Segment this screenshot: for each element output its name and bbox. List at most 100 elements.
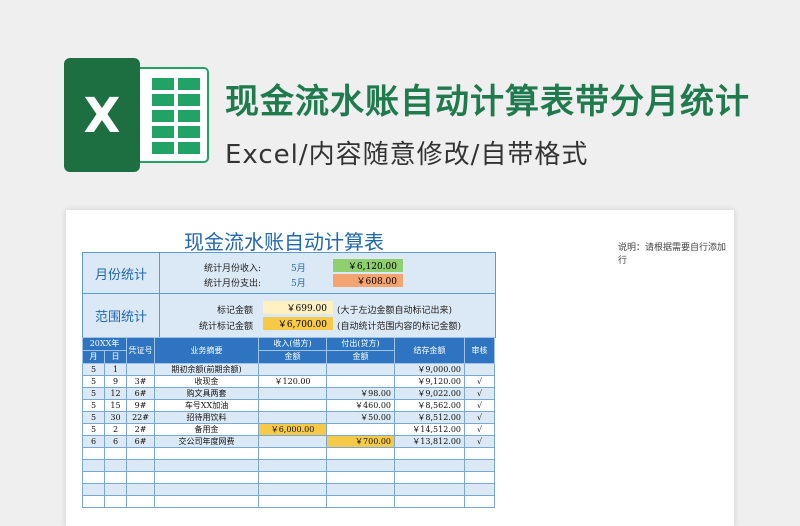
- cell-bal[interactable]: ￥9,000.00: [394, 363, 466, 376]
- cell-d[interactable]: 15: [103, 399, 128, 412]
- table-row[interactable]: 5 15 9# 车号XX加油 ￥460.00 ￥8,562.00 √: [82, 399, 496, 412]
- cell-inc[interactable]: [258, 447, 328, 460]
- cell-s[interactable]: 交公司年度网费: [154, 435, 260, 448]
- cell-v[interactable]: 6#: [126, 435, 156, 448]
- cell-s[interactable]: 购文具两套: [154, 387, 260, 400]
- cell-inc[interactable]: ￥6,000.00: [258, 423, 328, 436]
- cell-m[interactable]: 5: [82, 399, 105, 412]
- cell-inc[interactable]: [258, 471, 328, 484]
- cell-v[interactable]: 22#: [126, 411, 156, 424]
- cell-d[interactable]: [103, 459, 128, 472]
- cell-d[interactable]: [103, 447, 128, 460]
- cell-s[interactable]: 收现金: [154, 375, 260, 388]
- table-row[interactable]: 6 6 6# 交公司年度网费 ￥700.00 ￥13,812.00 √: [82, 435, 496, 448]
- cell-exp[interactable]: ￥50.00: [326, 411, 396, 424]
- expense-month[interactable]: 5月: [291, 276, 306, 289]
- cell-inc[interactable]: [258, 435, 328, 448]
- cell-a[interactable]: [464, 447, 496, 460]
- cell-d[interactable]: 30: [103, 411, 128, 424]
- cell-v[interactable]: 6#: [126, 387, 156, 400]
- cell-inc[interactable]: [258, 411, 328, 424]
- table-row[interactable]: 5 12 6# 购文具两套 ￥98.00 ￥9,022.00 √: [82, 387, 496, 400]
- cell-inc[interactable]: [258, 483, 328, 496]
- cell-m[interactable]: 5: [82, 423, 105, 436]
- cell-v[interactable]: 3#: [126, 375, 156, 388]
- cell-a[interactable]: √: [464, 375, 496, 388]
- cell-s[interactable]: [154, 483, 260, 496]
- table-row[interactable]: 5 2 2# 备用金 ￥6,000.00 ￥14,512.00 √: [82, 423, 496, 436]
- cell-a[interactable]: √: [464, 399, 496, 412]
- cell-bal[interactable]: ￥9,022.00: [394, 387, 466, 400]
- cell-a[interactable]: √: [464, 387, 496, 400]
- table-row[interactable]: [82, 471, 496, 484]
- cell-v[interactable]: [126, 447, 156, 460]
- cell-m[interactable]: 5: [82, 363, 105, 376]
- cell-d[interactable]: 12: [103, 387, 128, 400]
- cell-exp[interactable]: [326, 375, 396, 388]
- cell-exp[interactable]: [326, 363, 396, 376]
- cell-inc[interactable]: [258, 399, 328, 412]
- cell-m[interactable]: 5: [82, 375, 105, 388]
- cell-m[interactable]: 5: [82, 411, 105, 424]
- cell-bal[interactable]: ￥14,512.00: [394, 423, 466, 436]
- cell-m[interactable]: [82, 447, 105, 460]
- cell-inc[interactable]: [258, 363, 328, 376]
- income-month[interactable]: 5月: [291, 261, 306, 274]
- cell-d[interactable]: [103, 471, 128, 484]
- table-row[interactable]: 5 9 3# 收现金 ￥120.00 ￥9,120.00 √: [82, 375, 496, 388]
- spreadsheet[interactable]: 现金流水账自动计算表 说明：请根据需要自行添加行 月份统计 统计月份收入: 5月…: [66, 210, 734, 526]
- cell-bal[interactable]: [394, 471, 466, 484]
- cell-v[interactable]: 9#: [126, 399, 156, 412]
- cell-d[interactable]: 6: [103, 435, 128, 448]
- cell-d[interactable]: 9: [103, 375, 128, 388]
- cell-v[interactable]: [126, 495, 156, 508]
- cell-inc[interactable]: ￥120.00: [258, 375, 328, 388]
- cell-bal[interactable]: ￥8,512.00: [394, 411, 466, 424]
- cell-v[interactable]: [126, 363, 156, 376]
- cell-d[interactable]: [103, 495, 128, 508]
- cell-bal[interactable]: [394, 483, 466, 496]
- cell-a[interactable]: √: [464, 435, 496, 448]
- cell-s[interactable]: 招待用饮料: [154, 411, 260, 424]
- cell-a[interactable]: [464, 483, 496, 496]
- cell-d[interactable]: [103, 483, 128, 496]
- cell-v[interactable]: [126, 483, 156, 496]
- table-row[interactable]: [82, 483, 496, 496]
- cell-s[interactable]: [154, 447, 260, 460]
- cell-inc[interactable]: [258, 495, 328, 508]
- cell-exp[interactable]: ￥460.00: [326, 399, 396, 412]
- cell-s[interactable]: [154, 495, 260, 508]
- cell-m[interactable]: 5: [82, 387, 105, 400]
- cell-a[interactable]: [464, 495, 496, 508]
- cell-s[interactable]: 期初余额(前期余额): [154, 363, 260, 376]
- table-row[interactable]: [82, 447, 496, 460]
- cell-exp[interactable]: [326, 423, 396, 436]
- cell-m[interactable]: [82, 459, 105, 472]
- cell-v[interactable]: [126, 459, 156, 472]
- cell-m[interactable]: [82, 495, 105, 508]
- cell-m[interactable]: 6: [82, 435, 105, 448]
- cell-d[interactable]: 1: [103, 363, 128, 376]
- cell-a[interactable]: [464, 363, 496, 376]
- table-row[interactable]: 5 30 22# 招待用饮料 ￥50.00 ￥8,512.00 √: [82, 411, 496, 424]
- table-row[interactable]: 5 1 期初余额(前期余额) ￥9,000.00: [82, 363, 496, 376]
- cell-m[interactable]: [82, 483, 105, 496]
- cell-bal[interactable]: ￥9,120.00: [394, 375, 466, 388]
- cell-bal[interactable]: [394, 459, 466, 472]
- cell-exp[interactable]: ￥98.00: [326, 387, 396, 400]
- cell-exp[interactable]: [326, 471, 396, 484]
- table-row[interactable]: [82, 459, 496, 472]
- cell-s[interactable]: 备用金: [154, 423, 260, 436]
- cell-exp[interactable]: [326, 495, 396, 508]
- cell-bal[interactable]: ￥8,562.00: [394, 399, 466, 412]
- cell-bal[interactable]: [394, 447, 466, 460]
- cell-a[interactable]: √: [464, 411, 496, 424]
- cell-s[interactable]: 车号XX加油: [154, 399, 260, 412]
- cell-v[interactable]: 2#: [126, 423, 156, 436]
- cell-bal[interactable]: ￥13,812.00: [394, 435, 466, 448]
- cell-v[interactable]: [126, 471, 156, 484]
- cell-s[interactable]: [154, 471, 260, 484]
- cell-s[interactable]: [154, 459, 260, 472]
- cell-a[interactable]: [464, 471, 496, 484]
- cell-inc[interactable]: [258, 459, 328, 472]
